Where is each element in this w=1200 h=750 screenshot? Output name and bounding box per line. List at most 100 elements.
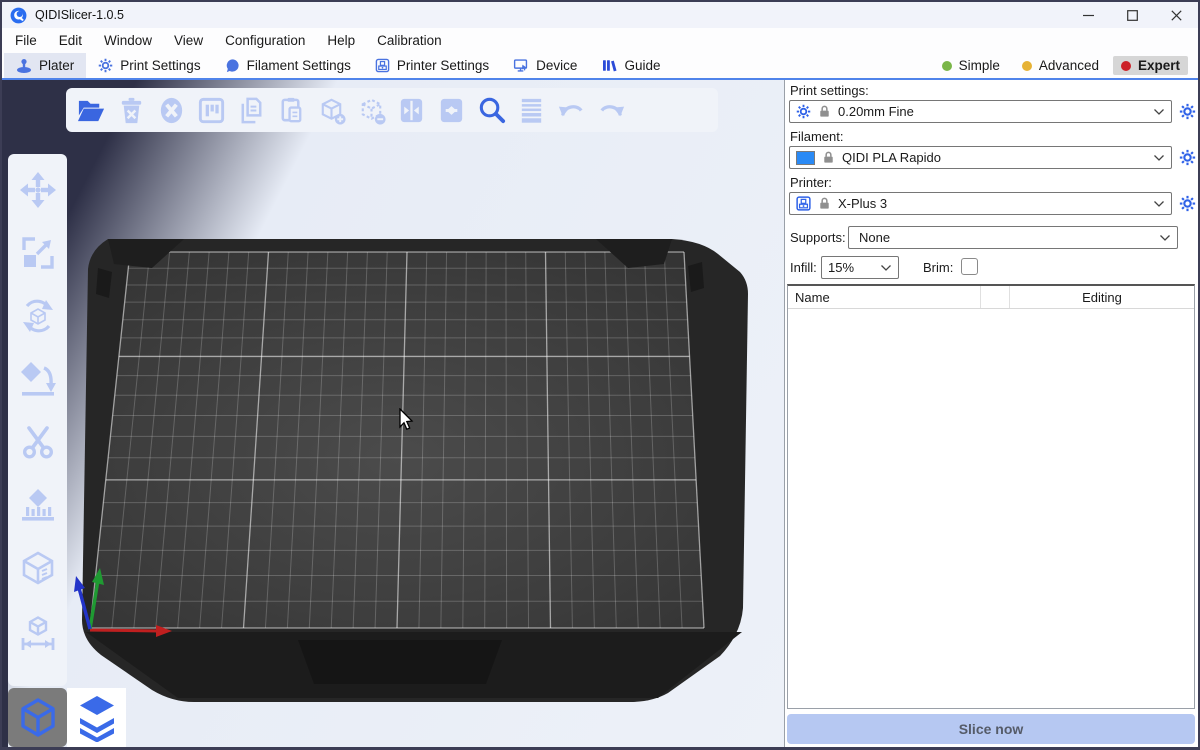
plater-toolbar (66, 88, 718, 132)
supports-value: None (855, 230, 1153, 245)
supports-combo[interactable]: None (848, 226, 1178, 249)
close-icon (1171, 10, 1182, 21)
delete-icon[interactable] (116, 95, 147, 126)
remove-instance-icon[interactable] (356, 95, 387, 126)
seam-icon[interactable] (18, 548, 58, 588)
tab-label: Device (536, 58, 577, 73)
add-instance-icon[interactable] (316, 95, 347, 126)
split-to-objects-icon[interactable] (396, 95, 427, 126)
brim-checkbox[interactable] (961, 258, 978, 275)
column-editing: Editing (1010, 290, 1194, 305)
paint-supports-icon[interactable] (18, 485, 58, 525)
window-title: QIDISlicer-1.0.5 (35, 8, 124, 22)
tab-label: Printer Settings (397, 58, 489, 73)
print-settings-label: Print settings: (790, 83, 869, 99)
measure-icon[interactable] (18, 611, 58, 651)
object-list[interactable]: Name Editing (787, 284, 1195, 709)
tab-label: Guide (624, 58, 660, 73)
scale-icon[interactable] (18, 233, 58, 273)
copy-icon[interactable] (236, 95, 267, 126)
gizmo-toolbar (8, 154, 67, 686)
print-settings-combo[interactable]: 0.20mm Fine (789, 100, 1172, 123)
cube-3d-icon (16, 696, 60, 740)
mode-advanced[interactable]: Advanced (1014, 56, 1107, 75)
search-icon[interactable] (476, 95, 507, 126)
simple-dot-icon (942, 61, 952, 71)
infill-label: Infill: (790, 260, 817, 276)
cut-icon[interactable] (18, 422, 58, 462)
place-on-face-icon[interactable] (18, 359, 58, 399)
maximize-button[interactable] (1110, 2, 1154, 28)
mode-expert[interactable]: Expert (1113, 56, 1188, 75)
move-icon[interactable] (18, 170, 58, 210)
title-bar: QIDISlicer-1.0.5 (2, 2, 1198, 28)
menu-window[interactable]: Window (93, 30, 163, 51)
object-list-header: Name Editing (788, 286, 1194, 309)
tab-printer-settings[interactable]: Printer Settings (363, 53, 501, 78)
printer-icon (375, 58, 390, 73)
menu-edit[interactable]: Edit (48, 30, 93, 51)
chevron-down-icon (1153, 153, 1165, 162)
printer-combo[interactable]: X-Plus 3 (789, 192, 1172, 215)
menu-file[interactable]: File (4, 30, 48, 51)
open-icon[interactable] (76, 95, 107, 126)
menu-view[interactable]: View (163, 30, 214, 51)
menu-bar: File Edit Window View Configuration Help… (2, 28, 1198, 53)
view-3d-editor-button[interactable] (8, 688, 67, 747)
chevron-down-icon (1159, 233, 1171, 242)
mode-label: Advanced (1039, 58, 1099, 73)
filament-value: QIDI PLA Rapido (842, 150, 1147, 165)
split-to-parts-icon[interactable] (436, 95, 467, 126)
close-button[interactable] (1154, 2, 1198, 28)
expert-dot-icon (1121, 61, 1131, 71)
printer-edit-button[interactable] (1177, 192, 1197, 215)
mode-label: Simple (959, 58, 1000, 73)
slice-now-button[interactable]: Slice now (787, 714, 1195, 744)
rotate-icon[interactable] (18, 296, 58, 336)
minimize-button[interactable] (1066, 2, 1110, 28)
tab-guide[interactable]: Guide (589, 53, 672, 78)
mouse-cursor (398, 408, 418, 432)
undo-icon[interactable] (556, 95, 587, 126)
paste-icon[interactable] (276, 95, 307, 126)
brim-label: Brim: (923, 260, 953, 276)
tab-print-settings[interactable]: Print Settings (86, 53, 212, 78)
infill-combo[interactable]: 15% (821, 256, 899, 279)
mode-selector: Simple Advanced Expert (934, 53, 1198, 78)
filament-combo[interactable]: QIDI PLA Rapido (789, 146, 1172, 169)
sidebar: Print settings: 0.20mm Fine Filament: QI… (784, 80, 1198, 747)
column-extruder (980, 286, 1010, 308)
column-name: Name (788, 290, 980, 305)
tab-plater[interactable]: Plater (4, 53, 86, 78)
lock-icon (817, 196, 832, 211)
chevron-down-icon (1153, 199, 1165, 208)
arrange-icon[interactable] (196, 95, 227, 126)
viewport-3d[interactable] (2, 80, 784, 747)
tab-label: Filament Settings (247, 58, 351, 73)
guide-books-icon (601, 58, 617, 73)
tab-filament-settings[interactable]: Filament Settings (213, 53, 363, 78)
gear-icon (796, 104, 811, 119)
variable-layer-height-icon[interactable] (516, 95, 547, 126)
gear-icon (1179, 149, 1196, 166)
menu-calibration[interactable]: Calibration (366, 30, 453, 51)
tab-bar: Plater Print Settings Filament Settings … (2, 53, 1198, 80)
print-bed (2, 80, 784, 747)
view-preview-button[interactable] (67, 688, 126, 747)
redo-icon[interactable] (596, 95, 627, 126)
plater-icon (16, 58, 32, 74)
tab-label: Print Settings (120, 58, 200, 73)
printer-label: Printer: (790, 175, 832, 191)
advanced-dot-icon (1022, 61, 1032, 71)
filament-edit-button[interactable] (1177, 146, 1197, 169)
chevron-down-icon (880, 263, 892, 272)
tab-label: Plater (39, 58, 74, 73)
print-settings-edit-button[interactable] (1177, 100, 1197, 123)
mode-simple[interactable]: Simple (934, 56, 1008, 75)
filament-label: Filament: (790, 129, 843, 145)
delete-all-icon[interactable] (156, 95, 187, 126)
minimize-icon (1083, 10, 1094, 21)
tab-device[interactable]: Device (501, 53, 589, 78)
menu-configuration[interactable]: Configuration (214, 30, 316, 51)
menu-help[interactable]: Help (316, 30, 366, 51)
